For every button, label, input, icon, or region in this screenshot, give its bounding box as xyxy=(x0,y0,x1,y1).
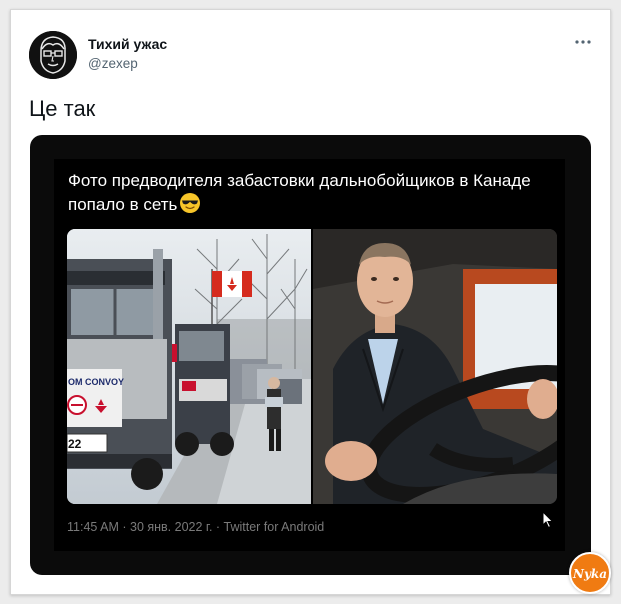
tweet-card: Тихий ужас @zexep Це так Фото предводите… xyxy=(10,9,611,595)
tweet-text: Це так xyxy=(29,96,96,121)
media-caption-text: Фото предводителя забастовки дальнобойщи… xyxy=(68,171,531,214)
convoy-photo: OM CONVOY 22 xyxy=(67,229,311,504)
avatar[interactable] xyxy=(29,31,77,79)
avatar-image xyxy=(29,31,77,79)
nyka-logo: Nyka xyxy=(569,552,611,594)
svg-text:Nyka: Nyka xyxy=(572,567,607,581)
driver-photo xyxy=(313,229,557,504)
tweet-media[interactable]: Фото предводителя забастовки дальнобойщи… xyxy=(30,135,591,575)
author-name[interactable]: Тихий ужас xyxy=(88,36,167,52)
plate-number: 22 xyxy=(68,437,82,451)
screenshot-image: Фото предводителя забастовки дальнобойщи… xyxy=(54,159,565,551)
mouse-cursor-icon xyxy=(542,510,554,534)
sunglasses-emoji xyxy=(179,192,201,220)
more-dots-icon[interactable] xyxy=(574,32,592,50)
tweet-timestamp: 11:45 AM · 30 янв. 2022 г. · Twitter for… xyxy=(67,520,325,534)
truck-sign: OM CONVOY xyxy=(68,377,124,387)
author-handle[interactable]: @zexep xyxy=(88,56,138,71)
media-caption: Фото предводителя забастовки дальнобойщи… xyxy=(68,169,548,220)
